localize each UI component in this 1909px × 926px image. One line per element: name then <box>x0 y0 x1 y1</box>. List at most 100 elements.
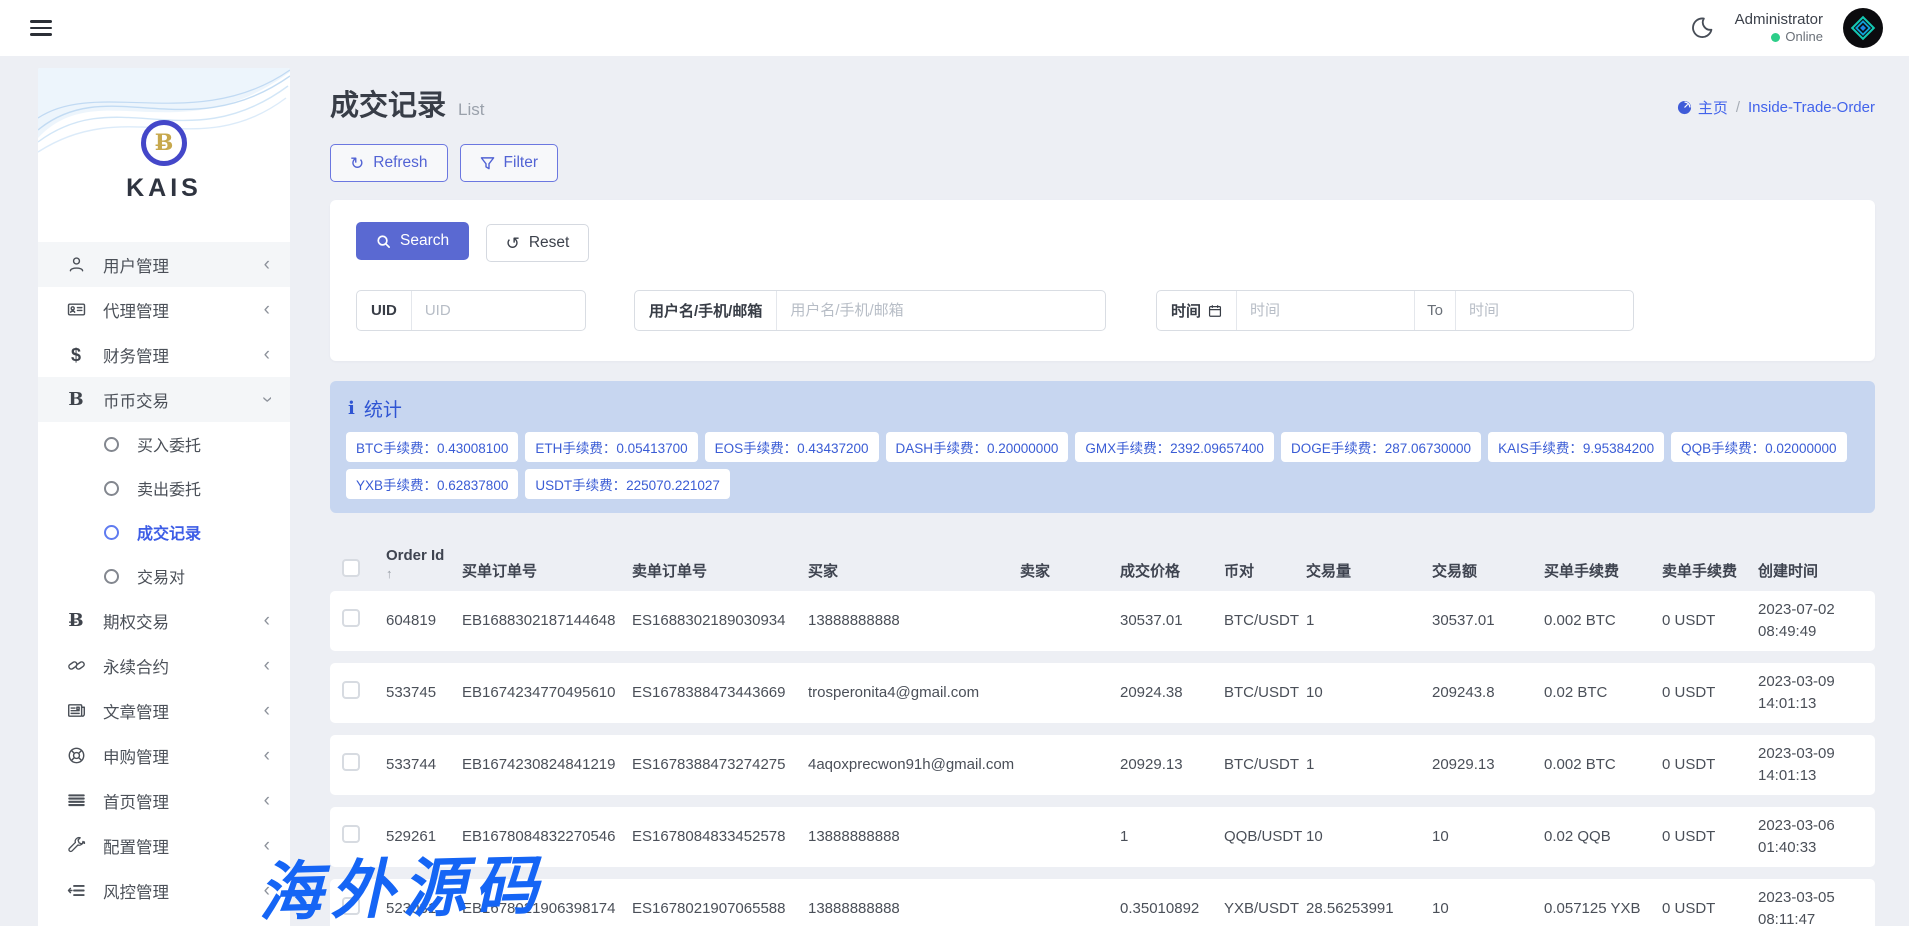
reset-button[interactable]: ↺ Reset <box>486 224 590 262</box>
wrench-icon <box>66 836 86 855</box>
sidebar-subitem-buy-orders[interactable]: 买入委托 <box>38 422 290 466</box>
cell-created: 2023-07-02 08:49:49 <box>1758 599 1863 643</box>
cell-sell-fee: 0 USDT <box>1662 826 1758 848</box>
sidebar-subitem-trading-pairs[interactable]: 交易对 <box>38 554 290 598</box>
cell-buy-fee: 0.057125 YXB <box>1544 898 1662 920</box>
breadcrumb-current-link[interactable]: Inside-Trade-Order <box>1748 99 1875 116</box>
cell-sell-fee: 0 USDT <box>1662 754 1758 776</box>
brand-logo-icon: Ƀ <box>141 120 187 166</box>
column-price: 成交价格 <box>1120 560 1224 581</box>
risk-list-icon <box>66 881 86 900</box>
sidebar-item-homepage-management[interactable]: 首页管理 ‹ <box>38 778 290 823</box>
brand-name: KAIS <box>38 174 290 203</box>
sidebar-item-wallet-management[interactable]: 钱包管理 ‹ <box>38 913 290 926</box>
sidebar-item-subscription-management[interactable]: 申购管理 ‹ <box>38 733 290 778</box>
chevron-down-icon: ‹ <box>257 396 276 402</box>
cell-order-id: 533745 <box>386 682 462 704</box>
table-row: 533744 EB1674230824841219 ES167838847327… <box>330 735 1875 795</box>
top-navbar: Administrator Online <box>0 0 1909 56</box>
cell-buy-order: EB1674234770495610 <box>462 682 632 704</box>
cell-created: 2023-03-05 08:11:47 <box>1758 887 1863 926</box>
dark-mode-moon-icon[interactable] <box>1689 15 1715 41</box>
column-created: 创建时间 <box>1758 560 1863 581</box>
life-ring-icon <box>66 746 86 765</box>
chevron-left-icon: ‹ <box>264 836 270 855</box>
dollar-icon: $ <box>66 346 86 364</box>
cell-pair: BTC/USDT <box>1224 682 1306 704</box>
hamburger-menu-icon[interactable] <box>30 16 52 40</box>
breadcrumb: 主页 / Inside-Trade-Order <box>1677 97 1875 118</box>
cell-volume: 10 <box>1306 826 1432 848</box>
sidebar-item-risk-management[interactable]: 风控管理 ‹ <box>38 868 290 913</box>
sidebar-item-perpetual-contract[interactable]: 永续合约 ‹ <box>38 643 290 688</box>
user-status-label: Online <box>1785 29 1823 45</box>
cell-buy-fee: 0.002 BTC <box>1544 610 1662 632</box>
cell-volume: 1 <box>1306 610 1432 632</box>
chevron-left-icon: ‹ <box>264 746 270 765</box>
sidebar-nav: 用户管理 ‹ 代理管理 ‹ $ 财务管理 ‹ B 币币交易 ‹ <box>38 216 290 926</box>
search-button[interactable]: Search <box>356 222 469 260</box>
fee-badge: EOS手续费：0.43437200 <box>705 432 879 462</box>
refresh-icon: ↻ <box>350 155 364 172</box>
fee-badge: GMX手续费：2392.09657400 <box>1075 432 1274 462</box>
uid-input[interactable] <box>412 302 585 319</box>
newspaper-icon <box>66 701 86 720</box>
cell-volume: 1 <box>1306 754 1432 776</box>
chevron-left-icon: ‹ <box>264 656 270 675</box>
cell-amount: 20929.13 <box>1432 754 1544 776</box>
home-icon <box>1677 100 1692 115</box>
row-checkbox[interactable] <box>342 897 360 915</box>
sidebar: Ƀ KAIS 用户管理 ‹ 代理管理 ‹ $ 财务管理 ‹ <box>38 68 290 926</box>
sidebar-item-article-management[interactable]: 文章管理 ‹ <box>38 688 290 733</box>
column-seller: 卖家 <box>1020 560 1120 581</box>
column-buyer: 买家 <box>808 560 1020 581</box>
cell-buy-order: EB1678084832270546 <box>462 826 632 848</box>
breadcrumb-separator: / <box>1736 99 1740 116</box>
refresh-button[interactable]: ↻ Refresh <box>330 144 448 182</box>
filter-card: Search ↺ Reset UID 用户名/手机/邮箱 <box>330 200 1875 361</box>
column-pair: 币对 <box>1224 560 1306 581</box>
sidebar-item-spot-trading[interactable]: B 币币交易 ‹ <box>38 377 290 422</box>
select-all-checkbox[interactable] <box>342 559 360 577</box>
table-row: 523031 EB1678021906398174 ES167802190706… <box>330 879 1875 926</box>
id-card-icon <box>66 300 86 319</box>
stats-panel: i 统计 BTC手续费：0.43008100 ETH手续费：0.05413700… <box>330 381 1875 513</box>
breadcrumb-home-link[interactable]: 主页 <box>1677 97 1728 118</box>
online-status-dot <box>1771 33 1780 42</box>
sidebar-item-finance-management[interactable]: $ 财务管理 ‹ <box>38 332 290 377</box>
radio-circle-icon <box>104 481 119 496</box>
chevron-left-icon: ‹ <box>264 701 270 720</box>
chevron-left-icon: ‹ <box>264 255 270 274</box>
cell-price: 30537.01 <box>1120 610 1224 632</box>
row-checkbox[interactable] <box>342 609 360 627</box>
time-to-input[interactable] <box>1456 302 1633 319</box>
row-checkbox[interactable] <box>342 753 360 771</box>
cell-price: 20924.38 <box>1120 682 1224 704</box>
sidebar-subitem-trade-records[interactable]: 成交记录 <box>38 510 290 554</box>
cell-sell-order: ES1678084833452578 <box>632 826 808 848</box>
cell-price: 1 <box>1120 826 1224 848</box>
cell-amount: 209243.8 <box>1432 682 1544 704</box>
sidebar-subitem-sell-orders[interactable]: 卖出委托 <box>38 466 290 510</box>
page-subtitle: List <box>458 100 484 120</box>
sidebar-item-options-trading[interactable]: Ƀ 期权交易 ‹ <box>38 598 290 643</box>
sidebar-item-agent-management[interactable]: 代理管理 ‹ <box>38 287 290 332</box>
column-order-id-sort[interactable]: Order Id ↑ <box>386 547 462 581</box>
avatar[interactable] <box>1843 8 1883 48</box>
sidebar-item-config-management[interactable]: 配置管理 ‹ <box>38 823 290 868</box>
username-input[interactable] <box>777 302 1105 319</box>
sidebar-item-user-management[interactable]: 用户管理 ‹ <box>38 242 290 287</box>
cell-sell-order: ES1678388473443669 <box>632 682 808 704</box>
filter-button[interactable]: Filter <box>460 144 558 182</box>
cell-volume: 10 <box>1306 682 1432 704</box>
user-menu[interactable]: Administrator Online <box>1735 11 1823 46</box>
cell-order-id: 529261 <box>386 826 462 848</box>
row-checkbox[interactable] <box>342 825 360 843</box>
row-checkbox[interactable] <box>342 681 360 699</box>
radio-circle-icon <box>104 569 119 584</box>
chevron-left-icon: ‹ <box>264 791 270 810</box>
letter-b-icon: B <box>66 391 86 409</box>
fee-badge: BTC手续费：0.43008100 <box>346 432 518 462</box>
lines-icon <box>66 791 86 810</box>
time-from-input[interactable] <box>1237 302 1414 319</box>
